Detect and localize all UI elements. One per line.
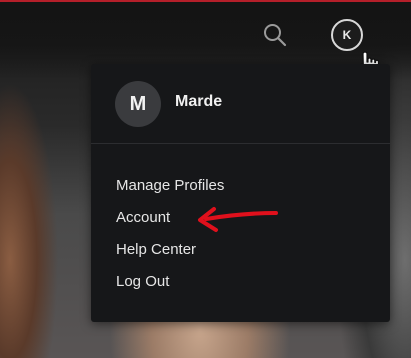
menu-item-log-out[interactable]: Log Out	[116, 273, 169, 290]
menu-item-manage-profiles[interactable]: Manage Profiles	[116, 177, 224, 194]
menu-item-account[interactable]: Account	[116, 209, 170, 226]
red-arrow-annotation-icon	[198, 207, 278, 232]
menu-item-help-center[interactable]: Help Center	[116, 241, 196, 258]
profile-name: Marde	[175, 93, 223, 110]
profile-header[interactable]: M Marde	[91, 64, 390, 144]
search-button[interactable]	[260, 20, 290, 50]
top-accent-line	[0, 0, 411, 2]
profile-dropdown-menu: M Marde Manage Profiles Account Help Cen…	[91, 64, 390, 322]
search-icon	[264, 24, 287, 47]
account-avatar-button[interactable]: K	[331, 19, 363, 51]
profile-avatar: M	[115, 81, 161, 127]
